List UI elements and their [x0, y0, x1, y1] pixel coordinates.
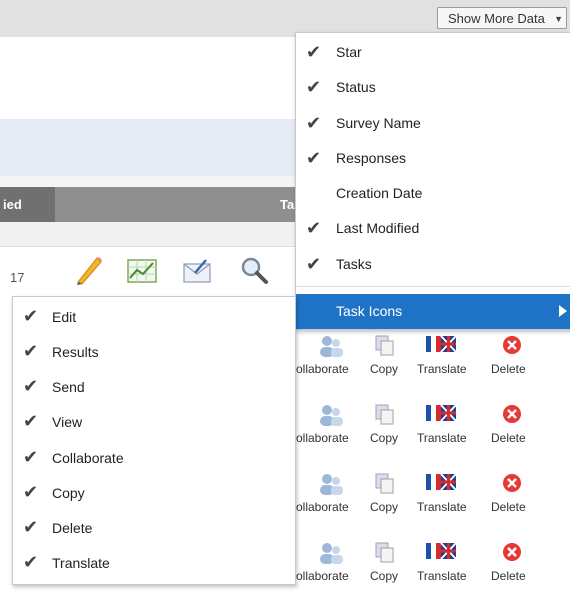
submenu-item-collaborate[interactable]: ✔ Collaborate [13, 440, 295, 475]
task-icons-submenu: ✔ Edit ✔ Results ✔ Send ✔ View ✔ Collabo… [12, 296, 296, 585]
submenu-item-copy[interactable]: ✔ Copy [13, 475, 295, 510]
submenu-item-label: Translate [52, 555, 110, 571]
checkmark-icon: ✔ [23, 341, 39, 361]
submenu-item-delete[interactable]: ✔ Delete [13, 510, 295, 545]
delete-icon[interactable] [501, 403, 523, 425]
checkmark-icon: ✔ [23, 482, 39, 502]
translate-flags-icon[interactable] [424, 334, 458, 358]
checkmark-icon: ✔ [306, 42, 322, 62]
copy-icon[interactable] [374, 472, 396, 496]
view-magnifier-icon[interactable] [238, 254, 270, 286]
menu-item-star[interactable]: ✔ Star [296, 35, 570, 70]
task-icon-row: ollaborate Copy Translate Delete [296, 537, 570, 595]
delete-label: Delete [491, 431, 526, 445]
submenu-item-translate[interactable]: ✔ Translate [13, 545, 295, 580]
menu-item-survey-name[interactable]: ✔ Survey Name [296, 106, 570, 141]
copy-label: Copy [370, 500, 399, 514]
submenu-item-edit[interactable]: ✔ Edit [13, 299, 295, 334]
delete-icon[interactable] [501, 334, 523, 356]
results-chart-icon[interactable] [126, 254, 158, 286]
menu-item-label: Responses [336, 150, 407, 166]
submenu-item-send[interactable]: ✔ Send [13, 369, 295, 404]
menu-item-last-modified[interactable]: ✔ Last Modified [296, 211, 570, 246]
menu-item-label: Last Modified [336, 220, 420, 236]
delete-label: Delete [491, 569, 526, 583]
submenu-item-label: Collaborate [52, 450, 124, 466]
checkmark-icon: ✔ [306, 113, 322, 133]
copy-icon[interactable] [374, 334, 396, 358]
checkmark-icon: ✔ [306, 218, 322, 238]
delete-icon[interactable] [501, 472, 523, 494]
checkmark-icon: ✔ [306, 254, 322, 274]
copy-label: Copy [370, 569, 399, 583]
checkmark-icon: ✔ [306, 148, 322, 168]
submenu-arrow-icon [559, 305, 567, 317]
translate-flags-icon[interactable] [424, 541, 458, 565]
show-more-data-button[interactable]: Show More Data ▼ [437, 7, 567, 29]
task-icon-row: ollaborate Copy Translate Delete [296, 330, 570, 388]
submenu-item-label: Send [52, 379, 85, 395]
collaborate-label: ollaborate [296, 569, 349, 583]
translate-flags-icon[interactable] [424, 472, 458, 496]
pencil-edit-icon[interactable] [72, 254, 104, 286]
submenu-item-label: View [52, 414, 83, 430]
copy-label: Copy [370, 362, 399, 376]
copy-label: Copy [370, 431, 399, 445]
submenu-item-label: Edit [52, 309, 77, 325]
collaborate-label: ollaborate [296, 431, 349, 445]
menu-item-responses[interactable]: ✔ Responses [296, 141, 570, 176]
collaborate-icon[interactable] [318, 541, 344, 565]
show-more-data-menu: ✔ Star ✔ Status ✔ Survey Name ✔ Response… [295, 32, 570, 330]
menu-divider [296, 286, 570, 287]
collaborate-label: ollaborate [296, 500, 349, 514]
translate-label: Translate [417, 362, 467, 376]
menu-item-label: Survey Name [336, 115, 421, 131]
menu-item-status[interactable]: ✔ Status [296, 70, 570, 105]
submenu-item-results[interactable]: ✔ Results [13, 334, 295, 369]
row-count: 17 [10, 270, 25, 285]
copy-icon[interactable] [374, 403, 396, 427]
translate-label: Translate [417, 500, 467, 514]
task-icon-row: ollaborate Copy Translate Delete [296, 399, 570, 457]
submenu-item-label: Copy [52, 485, 85, 501]
checkmark-icon: ✔ [306, 77, 322, 97]
menu-item-label: Status [336, 79, 376, 95]
copy-icon[interactable] [374, 541, 396, 565]
show-more-data-label: Show More Data [448, 11, 545, 26]
menu-item-label: Star [336, 44, 362, 60]
send-envelope-icon[interactable] [181, 254, 213, 286]
menu-item-tasks[interactable]: ✔ Tasks [296, 247, 570, 282]
submenu-item-label: Results [52, 344, 99, 360]
menu-item-task-icons[interactable]: Task Icons [296, 294, 570, 329]
delete-label: Delete [491, 362, 526, 376]
delete-icon[interactable] [501, 541, 523, 563]
submenu-item-view[interactable]: ✔ View [13, 404, 295, 439]
checkmark-icon: ✔ [23, 306, 39, 326]
menu-item-label: Tasks [336, 256, 372, 272]
task-icon-row: ollaborate Copy Translate Delete [296, 468, 570, 526]
chevron-down-icon: ▼ [554, 14, 563, 24]
menu-item-label: Creation Date [336, 185, 423, 201]
checkmark-icon: ✔ [23, 411, 39, 431]
checkmark-icon: ✔ [23, 376, 39, 396]
collaborate-label: ollaborate [296, 362, 349, 376]
checkmark-icon: ✔ [23, 447, 39, 467]
translate-flags-icon[interactable] [424, 403, 458, 427]
checkmark-icon: ✔ [23, 552, 39, 572]
menu-item-creation-date[interactable]: Creation Date [296, 176, 570, 211]
collaborate-icon[interactable] [318, 334, 344, 358]
translate-label: Translate [417, 431, 467, 445]
collaborate-icon[interactable] [318, 403, 344, 427]
checkmark-icon: ✔ [23, 517, 39, 537]
submenu-item-label: Delete [52, 520, 93, 536]
menu-item-label: Task Icons [336, 303, 403, 319]
delete-label: Delete [491, 500, 526, 514]
column-header-last-modified[interactable]: ied [0, 187, 55, 222]
collaborate-icon[interactable] [318, 472, 344, 496]
translate-label: Translate [417, 569, 467, 583]
